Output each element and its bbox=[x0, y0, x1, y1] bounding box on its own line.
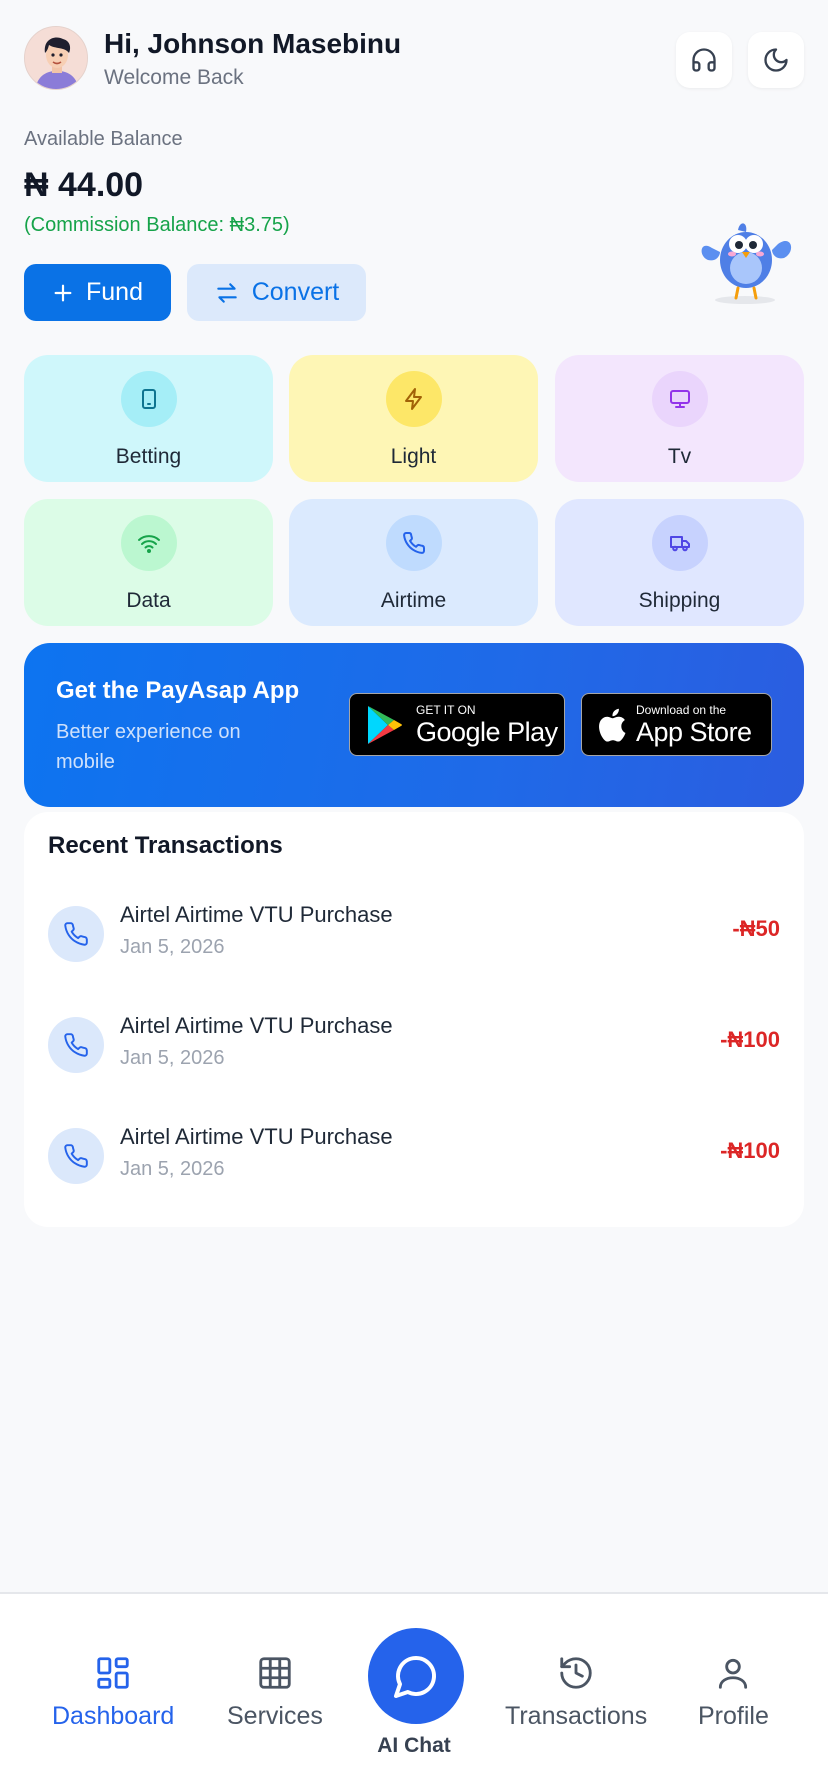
nav-dashboard[interactable]: Dashboard bbox=[52, 1654, 174, 1731]
transaction-date: Jan 5, 2026 bbox=[120, 1158, 225, 1180]
transaction-date: Jan 5, 2026 bbox=[120, 1047, 225, 1069]
monitor-icon bbox=[669, 390, 690, 408]
service-icon-wrapper bbox=[651, 515, 708, 571]
dashboard-grid-icon bbox=[97, 1657, 129, 1689]
fund-button-label: Fund bbox=[86, 278, 143, 306]
truck-icon bbox=[669, 536, 690, 552]
service-icon-wrapper bbox=[385, 371, 442, 427]
service-icon-wrapper bbox=[385, 515, 442, 571]
nav-services[interactable]: Services bbox=[227, 1654, 323, 1731]
nav-transactions-label: Transactions bbox=[505, 1702, 648, 1730]
recent-transactions-title: Recent Transactions bbox=[48, 832, 283, 859]
phone-icon bbox=[64, 922, 88, 946]
wifi-icon bbox=[137, 535, 160, 553]
service-tile-data[interactable]: Data bbox=[24, 499, 273, 626]
service-icon-wrapper bbox=[120, 371, 177, 427]
google-play-button[interactable]: GET IT ON Google Play bbox=[349, 693, 565, 756]
history-icon bbox=[560, 1657, 592, 1689]
transaction-icon-wrapper bbox=[48, 1128, 104, 1184]
transaction-icon-wrapper bbox=[48, 906, 104, 962]
service-icon-wrapper bbox=[120, 515, 177, 571]
nav-transactions[interactable]: Transactions bbox=[505, 1654, 647, 1731]
chat-bubble-icon bbox=[394, 1656, 436, 1698]
service-tile-airtime[interactable]: Airtime bbox=[289, 499, 538, 626]
greeting-subtitle: Welcome Back bbox=[104, 66, 244, 89]
plus-icon bbox=[54, 284, 72, 301]
google-play-icon bbox=[368, 705, 402, 744]
app-store-small-text: Download on the bbox=[636, 702, 727, 717]
banner-title: Get the PayAsap App bbox=[56, 677, 300, 704]
app-store-big-text: App Store bbox=[636, 716, 752, 747]
lightning-icon bbox=[404, 388, 422, 410]
theme-toggle-button[interactable] bbox=[748, 32, 804, 88]
bottom-navigation: Dashboard Services AI Chat Transactions … bbox=[0, 1592, 828, 1791]
service-label: Shipping bbox=[638, 589, 721, 612]
moon-icon bbox=[764, 48, 788, 72]
service-label: Airtime bbox=[380, 589, 447, 612]
transaction-date: Jan 5, 2026 bbox=[120, 936, 225, 958]
apple-icon bbox=[599, 708, 626, 742]
mascot-bird-icon bbox=[690, 200, 800, 310]
header: Hi, Johnson Masebinu Welcome Back bbox=[24, 24, 804, 94]
nav-ai-chat-label: AI Chat bbox=[377, 1734, 451, 1757]
phone-icon bbox=[402, 531, 425, 554]
grid-icon bbox=[259, 1657, 291, 1689]
fund-button[interactable]: Fund bbox=[24, 264, 171, 321]
nav-services-label: Services bbox=[227, 1702, 323, 1730]
transaction-amount: -₦50 bbox=[732, 916, 780, 941]
balance-label: Available Balance bbox=[24, 128, 183, 150]
service-icon-wrapper bbox=[651, 371, 708, 427]
transaction-amount: -₦100 bbox=[720, 1027, 780, 1052]
transaction-row[interactable]: Airtel Airtime VTU Purchase Jan 5, 2026 … bbox=[48, 898, 780, 968]
transaction-title: Airtel Airtime VTU Purchase bbox=[120, 1013, 393, 1038]
swap-arrows-icon bbox=[216, 282, 237, 303]
app-store-button[interactable]: Download on the App Store bbox=[581, 693, 772, 756]
recent-transactions-card: Recent Transactions Airtel Airtime VTU P… bbox=[24, 812, 804, 1227]
transaction-icon-wrapper bbox=[48, 1017, 104, 1073]
google-play-big-text: Google Play bbox=[416, 716, 558, 747]
balance-amount: ₦ 44.00 bbox=[24, 166, 144, 204]
avatar-illustration-icon bbox=[25, 27, 87, 89]
service-label: Light bbox=[390, 445, 437, 468]
avatar[interactable] bbox=[24, 26, 88, 90]
transaction-amount: -₦100 bbox=[720, 1138, 780, 1163]
headset-icon bbox=[692, 48, 716, 72]
greeting-title: Hi, Johnson Masebinu bbox=[104, 28, 402, 59]
convert-button-label: Convert bbox=[251, 278, 340, 306]
nav-dashboard-label: Dashboard bbox=[52, 1702, 175, 1730]
ai-chat-button[interactable] bbox=[368, 1628, 464, 1724]
user-icon bbox=[719, 1658, 748, 1689]
google-play-small-text: GET IT ON bbox=[416, 702, 476, 717]
service-tile-light[interactable]: Light bbox=[289, 355, 538, 482]
nav-profile[interactable]: Profile bbox=[698, 1654, 769, 1731]
service-label: Data bbox=[126, 589, 171, 612]
service-label: Betting bbox=[115, 445, 182, 468]
transaction-row[interactable]: Airtel Airtime VTU Purchase Jan 5, 2026 … bbox=[48, 1120, 780, 1190]
phone-icon bbox=[64, 1033, 88, 1057]
app-download-banner: Get the PayAsap App Better experience on… bbox=[24, 643, 804, 807]
service-tile-betting[interactable]: Betting bbox=[24, 355, 273, 482]
nav-profile-label: Profile bbox=[698, 1702, 769, 1730]
transaction-title: Airtel Airtime VTU Purchase bbox=[120, 1124, 393, 1149]
convert-button[interactable]: Convert bbox=[187, 264, 366, 321]
commission-balance: (Commission Balance: ₦3.75) bbox=[24, 214, 290, 236]
service-label: Tv bbox=[667, 445, 692, 468]
service-tile-tv[interactable]: Tv bbox=[555, 355, 804, 482]
transaction-title: Airtel Airtime VTU Purchase bbox=[120, 902, 393, 927]
phone-icon bbox=[64, 1144, 88, 1168]
transaction-row[interactable]: Airtel Airtime VTU Purchase Jan 5, 2026 … bbox=[48, 1009, 780, 1079]
support-button[interactable] bbox=[676, 32, 732, 88]
tablet-icon bbox=[141, 389, 156, 409]
banner-subtitle: Better experience on mobile bbox=[56, 721, 241, 773]
service-tile-shipping[interactable]: Shipping bbox=[555, 499, 804, 626]
